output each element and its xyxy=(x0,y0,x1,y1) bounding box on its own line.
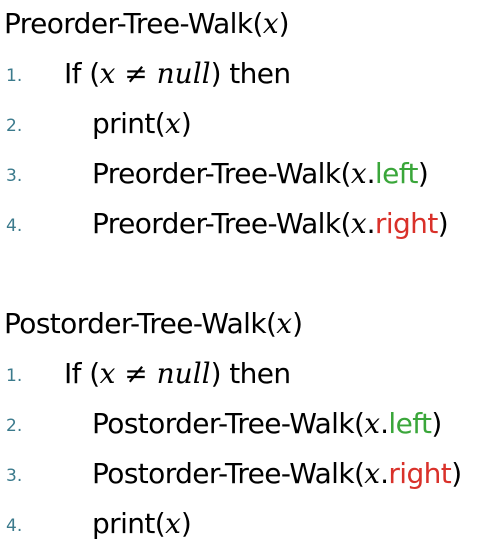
line-code: Preorder-Tree-Walk(x.right) xyxy=(92,207,449,240)
postorder-line-1: 1. If (x ≠ null) then xyxy=(0,354,496,394)
function-name: print xyxy=(92,507,155,540)
postorder-title-param: x xyxy=(276,307,293,340)
line-code: print(x) xyxy=(92,107,192,140)
line-code: Postorder-Tree-Walk(x.left) xyxy=(92,407,442,440)
paren-open: ( xyxy=(89,357,100,390)
if-keyword: If xyxy=(64,357,82,390)
preorder-title: Preorder-Tree-Walk(x) xyxy=(4,7,290,40)
preorder-line-4: 4. Preorder-Tree-Walk(x.right) xyxy=(0,204,496,244)
left-field: left xyxy=(388,407,432,440)
function-name: Postorder-Tree-Walk xyxy=(92,457,355,490)
if-keyword: If xyxy=(64,57,82,90)
line-code: Preorder-Tree-Walk(x.left) xyxy=(92,157,429,190)
then-keyword: then xyxy=(220,57,291,90)
line-code: If (x ≠ null) then xyxy=(64,354,291,394)
function-name: Postorder-Tree-Walk xyxy=(92,407,355,440)
var-x: x xyxy=(99,357,116,390)
line-number: 3. xyxy=(6,166,23,186)
line-number: 4. xyxy=(6,516,23,536)
var-x: x xyxy=(364,457,381,490)
function-name: Preorder-Tree-Walk xyxy=(92,157,341,190)
postorder-line-3: 3. Postorder-Tree-Walk(x.right) xyxy=(0,454,496,494)
line-number: 1. xyxy=(6,366,23,386)
line-code: print(x) xyxy=(92,507,192,540)
preorder-line-2: 2. print(x) xyxy=(0,104,496,144)
line-number: 1. xyxy=(6,66,23,86)
preorder-title-name: Preorder-Tree-Walk xyxy=(4,7,253,40)
var-x: x xyxy=(350,207,367,240)
paren-open: ( xyxy=(89,57,100,90)
postorder-line-4: 4. print(x) xyxy=(0,504,496,544)
line-number: 2. xyxy=(6,416,23,436)
preorder-line-1: 1. If (x ≠ null) then xyxy=(0,54,496,94)
postorder-line-2: 2. Postorder-Tree-Walk(x.left) xyxy=(0,404,496,444)
line-code: Postorder-Tree-Walk(x.right) xyxy=(92,457,462,490)
var-x: x xyxy=(350,157,367,190)
line-code: If (x ≠ null) then xyxy=(64,54,291,94)
postorder-title-name: Postorder-Tree-Walk xyxy=(4,307,267,340)
function-name: print xyxy=(92,107,155,140)
right-field: right xyxy=(388,457,452,490)
paren-close: ) xyxy=(210,57,222,90)
var-x: x xyxy=(165,107,181,140)
line-number: 3. xyxy=(6,466,23,486)
var-x: x xyxy=(364,407,381,440)
preorder-title-param: x xyxy=(262,7,279,40)
left-field: left xyxy=(374,157,419,190)
preorder-line-3: 3. Preorder-Tree-Walk(x.left) xyxy=(0,154,496,194)
null-literal: null xyxy=(156,57,211,90)
paren-close: ) xyxy=(210,357,222,390)
null-literal: null xyxy=(156,357,211,390)
postorder-title: Postorder-Tree-Walk(x) xyxy=(4,307,303,340)
var-x: x xyxy=(165,507,181,540)
var-x: x xyxy=(99,57,116,90)
right-field: right xyxy=(374,207,438,240)
not-equal-op: ≠ xyxy=(115,357,157,390)
line-number: 2. xyxy=(6,116,23,136)
then-keyword: then xyxy=(220,357,291,390)
not-equal-op: ≠ xyxy=(115,57,157,90)
function-name: Preorder-Tree-Walk xyxy=(92,207,341,240)
line-number: 4. xyxy=(6,216,23,236)
